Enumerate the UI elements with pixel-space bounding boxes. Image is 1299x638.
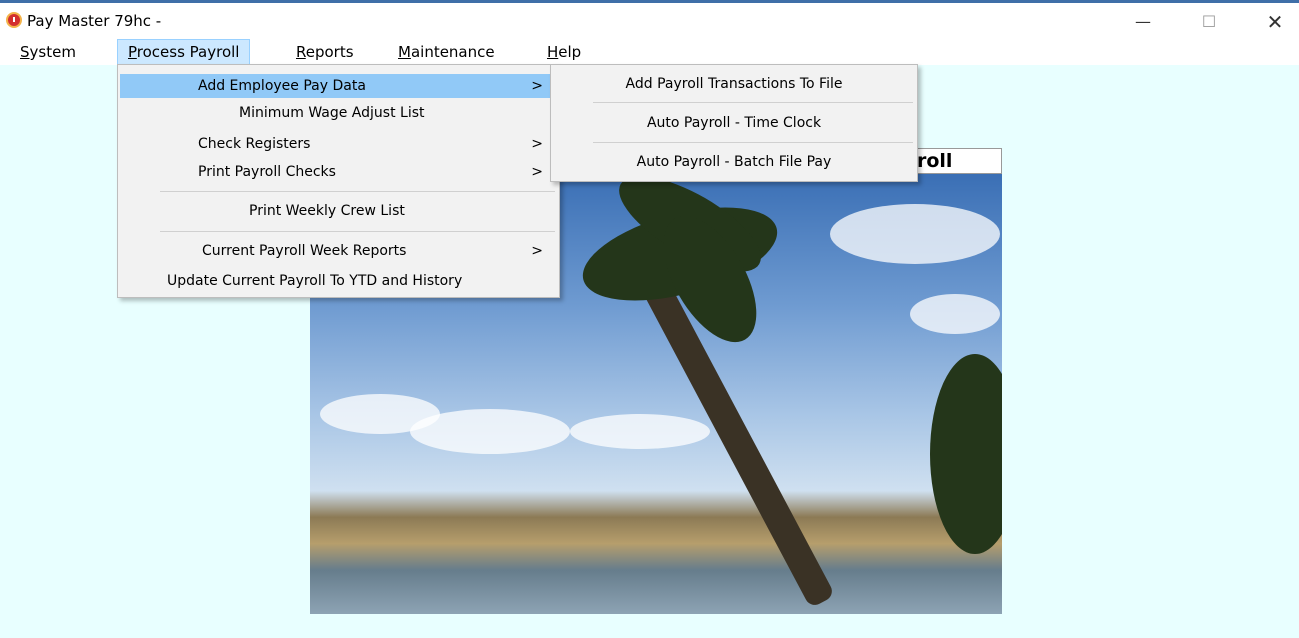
menu-item-label: Print Payroll Checks	[198, 164, 336, 180]
menu-mnemonic: H	[547, 43, 559, 61]
menu-label: eports	[305, 43, 354, 61]
menu-item-label: Update Current Payroll To YTD and Histor…	[167, 273, 463, 289]
menu-mnemonic: S	[20, 43, 30, 61]
process-payroll-dropdown: Add Employee Pay Data > Minimum Wage Adj…	[117, 64, 560, 298]
menu-item-label: Minimum Wage Adjust List	[239, 105, 425, 121]
add-employee-pay-data-submenu: Add Payroll Transactions To File Auto Pa…	[550, 64, 918, 182]
menu-item-print-weekly-crew-list[interactable]: Print Weekly Crew List	[120, 199, 557, 223]
menu-bar: System Process Payroll Reports Maintenan…	[0, 39, 1299, 65]
submenu-separator	[593, 142, 913, 143]
menu-item-print-payroll-checks[interactable]: Print Payroll Checks >	[120, 160, 557, 184]
menu-item-label: Print Weekly Crew List	[249, 203, 405, 219]
menu-help[interactable]: Help	[537, 39, 591, 65]
menu-system[interactable]: System	[10, 39, 86, 65]
submenu-arrow-icon: >	[531, 78, 543, 94]
menu-label: rocess Payroll	[136, 43, 240, 61]
submenu-arrow-icon: >	[531, 243, 543, 259]
menu-separator	[160, 231, 555, 232]
submenu-item-add-payroll-transactions[interactable]: Add Payroll Transactions To File	[553, 69, 915, 99]
menu-label: ystem	[29, 43, 76, 61]
submenu-item-label: Auto Payroll - Batch File Pay	[636, 154, 832, 170]
menu-item-add-employee-pay-data[interactable]: Add Employee Pay Data >	[120, 74, 557, 98]
maximize-button[interactable]: ☐	[1186, 6, 1232, 38]
window-title: Pay Master 79hc -	[27, 12, 162, 30]
submenu-item-auto-payroll-batch-file-pay[interactable]: Auto Payroll - Batch File Pay	[553, 147, 915, 177]
menu-process-payroll[interactable]: Process Payroll	[117, 39, 251, 65]
photo-header: roll	[906, 148, 1002, 174]
title-bar[interactable]: Pay Master 79hc - — ☐ ✕	[0, 3, 1299, 39]
submenu-arrow-icon: >	[531, 136, 543, 152]
submenu-arrow-icon: >	[531, 164, 543, 180]
menu-item-check-registers[interactable]: Check Registers >	[120, 132, 557, 156]
menu-item-update-current-payroll-ytd-history[interactable]: Update Current Payroll To YTD and Histor…	[120, 269, 557, 293]
menu-mnemonic: P	[128, 43, 137, 61]
menu-item-current-payroll-week-reports[interactable]: Current Payroll Week Reports >	[120, 239, 557, 263]
menu-item-minimum-wage-adjust-list[interactable]: Minimum Wage Adjust List	[120, 101, 557, 125]
menu-item-label: Add Employee Pay Data	[198, 78, 366, 94]
menu-separator	[160, 191, 555, 192]
close-button[interactable]: ✕	[1252, 6, 1298, 38]
submenu-item-label: Auto Payroll - Time Clock	[646, 115, 822, 131]
submenu-item-label: Add Payroll Transactions To File	[625, 76, 843, 92]
menu-mnemonic: R	[296, 43, 306, 61]
menu-maintenance[interactable]: Maintenance	[388, 39, 505, 65]
menu-reports[interactable]: Reports	[286, 39, 364, 65]
submenu-item-auto-payroll-time-clock[interactable]: Auto Payroll - Time Clock	[553, 108, 915, 138]
clock-app-icon	[6, 12, 22, 28]
menu-label: elp	[558, 43, 582, 61]
menu-mnemonic: M	[398, 43, 411, 61]
menu-item-label: Current Payroll Week Reports	[202, 243, 407, 259]
menu-item-label: Check Registers	[198, 136, 311, 152]
minimize-button[interactable]: —	[1120, 6, 1166, 38]
menu-label: aintenance	[410, 43, 495, 61]
submenu-separator	[593, 102, 913, 103]
